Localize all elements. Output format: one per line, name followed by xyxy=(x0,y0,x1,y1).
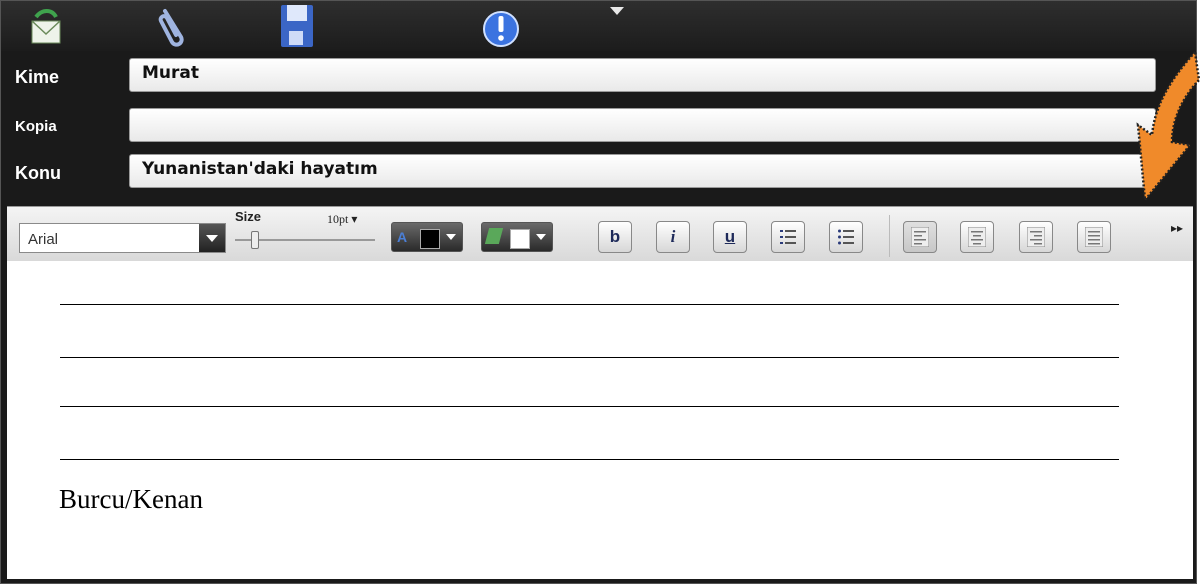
cc-label: Kopia xyxy=(15,118,57,135)
numbered-list-icon xyxy=(780,230,796,244)
text-color-button[interactable]: A xyxy=(391,222,463,252)
font-select[interactable]: Arial xyxy=(19,223,226,253)
align-center-button[interactable] xyxy=(960,221,994,253)
align-right-icon xyxy=(1027,227,1045,247)
subject-label: Konu xyxy=(15,163,61,183)
text-color-swatch xyxy=(420,229,440,249)
align-right-button[interactable] xyxy=(1019,221,1053,253)
save-icon[interactable] xyxy=(277,1,317,47)
size-slider-thumb[interactable] xyxy=(251,231,259,249)
more-options-button[interactable]: ▸▸ xyxy=(1171,221,1183,235)
top-toolbar xyxy=(1,1,1196,51)
send-mail-icon[interactable] xyxy=(26,1,66,47)
underline-button[interactable]: u xyxy=(713,221,747,253)
italic-button[interactable]: i xyxy=(656,221,690,253)
numbered-list-button[interactable] xyxy=(771,221,805,253)
format-toolbar: Arial Size 10pt ▾ A b i u ▸▸ xyxy=(7,206,1193,261)
cc-field[interactable] xyxy=(129,108,1156,142)
subject-field[interactable]: Yunanistan'daki hayatım xyxy=(129,154,1156,188)
align-left-icon xyxy=(911,227,929,247)
font-select-value: Arial xyxy=(28,231,59,248)
highlight-color-button[interactable] xyxy=(481,222,553,252)
size-label: Size xyxy=(235,209,262,224)
chevron-down-icon xyxy=(536,234,546,240)
blank-line xyxy=(60,406,1119,407)
priority-icon[interactable] xyxy=(481,1,521,47)
align-left-button[interactable] xyxy=(903,221,937,253)
subject-row: Konu Yunanistan'daki hayatım xyxy=(1,151,1196,191)
text-color-icon: A xyxy=(397,229,408,245)
to-field[interactable]: Murat xyxy=(129,58,1156,92)
blank-line xyxy=(60,459,1119,460)
highlight-icon xyxy=(484,228,504,244)
signature-text: Burcu/Kenan xyxy=(59,484,203,514)
to-row: Kime Murat xyxy=(1,55,1196,95)
orange-arrow-icon xyxy=(1136,50,1200,204)
chevron-down-icon xyxy=(446,234,456,240)
email-compose-window: Kime Murat Kopia Konu Yunanistan'daki ha… xyxy=(0,0,1197,584)
align-center-icon xyxy=(968,227,986,247)
highlight-color-swatch xyxy=(510,229,530,249)
bullet-list-icon xyxy=(838,229,854,245)
attachment-icon[interactable] xyxy=(153,1,193,47)
to-label: Kime xyxy=(15,67,60,87)
chevron-down-icon[interactable] xyxy=(199,224,225,252)
size-value[interactable]: 10pt ▾ xyxy=(327,212,357,227)
toolbar-separator xyxy=(889,215,890,257)
align-justify-button[interactable] xyxy=(1077,221,1111,253)
bold-button[interactable]: b xyxy=(598,221,632,253)
cc-row: Kopia xyxy=(1,105,1196,145)
bullet-list-button[interactable] xyxy=(829,221,863,253)
blank-line xyxy=(60,357,1119,358)
blank-line xyxy=(60,304,1119,305)
message-body[interactable]: Burcu/Kenan xyxy=(7,261,1193,579)
dropdown-arrow-icon[interactable] xyxy=(610,7,624,15)
align-justify-icon xyxy=(1085,227,1103,247)
